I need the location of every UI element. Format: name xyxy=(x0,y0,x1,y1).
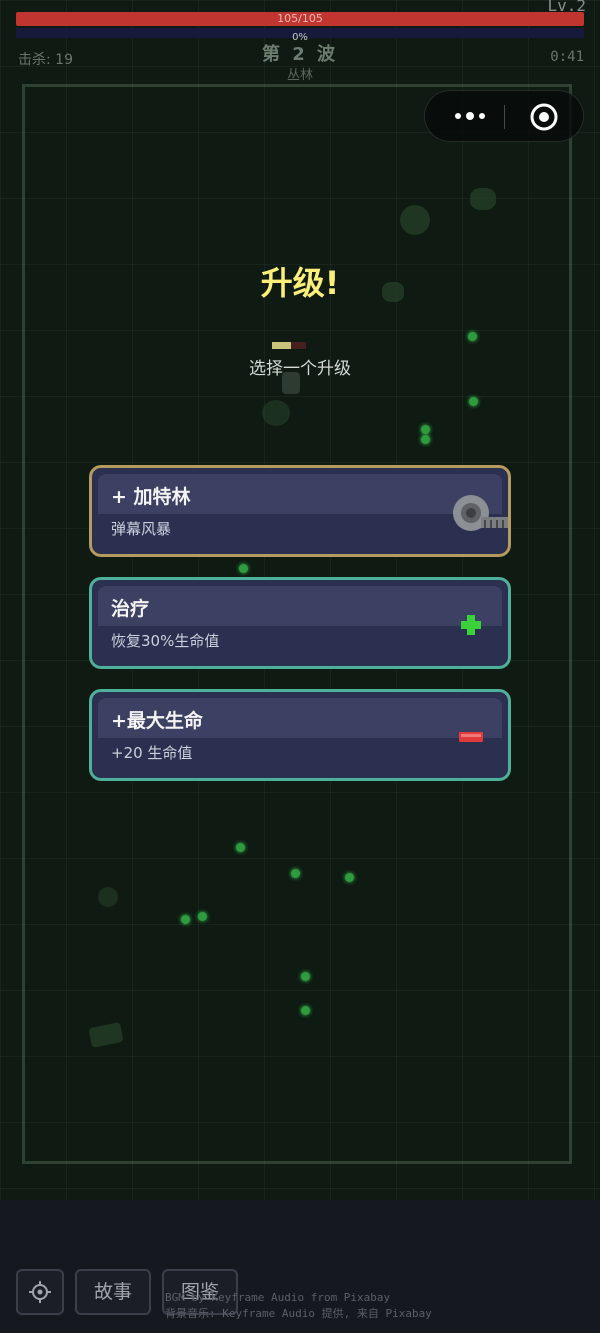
bush xyxy=(262,400,290,426)
gear-icon xyxy=(29,1281,51,1303)
bush xyxy=(400,205,430,235)
red-bar-icon xyxy=(459,732,483,742)
xp-orb xyxy=(301,1006,310,1015)
xp-orb xyxy=(421,425,430,434)
hp-text: 105/105 xyxy=(277,12,323,25)
levelup-title: 升级! xyxy=(260,264,340,302)
wave-label: 第 2 波 xyxy=(261,44,339,65)
xp-orb xyxy=(345,873,354,882)
green-plus-icon xyxy=(461,615,481,635)
zone-label: 丛林 xyxy=(286,68,313,83)
target-circle-icon[interactable] xyxy=(529,102,559,132)
upgrade-desc: 弹幕风暴 xyxy=(111,520,172,538)
upgrade-choice-heal[interactable]: 治疗 恢复30%生命值 xyxy=(89,577,511,669)
gatling-gun-icon xyxy=(453,495,508,531)
player-mini-hp-fill xyxy=(272,342,291,349)
upgrade-name: + 加特林 xyxy=(111,486,191,508)
xp-orb xyxy=(301,972,310,981)
music-credits: BGM by Keyframe Audio from Pixabay 背景音乐:… xyxy=(165,1290,465,1322)
upgrade-name: 治疗 xyxy=(111,598,150,620)
upgrade-choice-max-hp[interactable]: +最大生命 +20 生命值 xyxy=(89,689,511,781)
settings-button[interactable] xyxy=(16,1269,64,1315)
capsule-divider xyxy=(504,105,505,129)
xp-orb xyxy=(469,397,478,406)
xp-orb xyxy=(198,912,207,921)
upgrade-desc: 恢复30%生命值 xyxy=(111,632,220,650)
xp-orb xyxy=(181,915,190,924)
upgrade-name: +最大生命 xyxy=(111,710,203,732)
xp-orb xyxy=(468,332,477,341)
xp-orb xyxy=(236,843,245,852)
credits-line-zh: 背景音乐: Keyframe Audio 提供, 来自 Pixabay xyxy=(165,1307,432,1320)
credits-line-en: BGM by Keyframe Audio from Pixabay xyxy=(165,1291,391,1304)
level-indicator: Lv.2 xyxy=(547,0,586,15)
bush xyxy=(98,887,118,907)
upgrade-desc: +20 生命值 xyxy=(111,744,193,762)
miniprogram-capsule xyxy=(424,90,584,142)
story-button[interactable]: 故事 xyxy=(75,1269,151,1315)
rock xyxy=(470,188,496,210)
xp-orb xyxy=(291,869,300,878)
more-dots-icon[interactable] xyxy=(445,103,495,129)
upgrade-choice-gatling[interactable]: + 加特林 弹幕风暴 xyxy=(89,465,511,557)
timer: 0:41 xyxy=(550,49,584,65)
card-highlight xyxy=(98,586,502,626)
xp-orb xyxy=(239,564,248,573)
player-mini-hp-bar xyxy=(272,342,306,349)
levelup-subtitle: 选择一个升级 xyxy=(249,359,351,379)
xp-orb xyxy=(421,435,430,444)
